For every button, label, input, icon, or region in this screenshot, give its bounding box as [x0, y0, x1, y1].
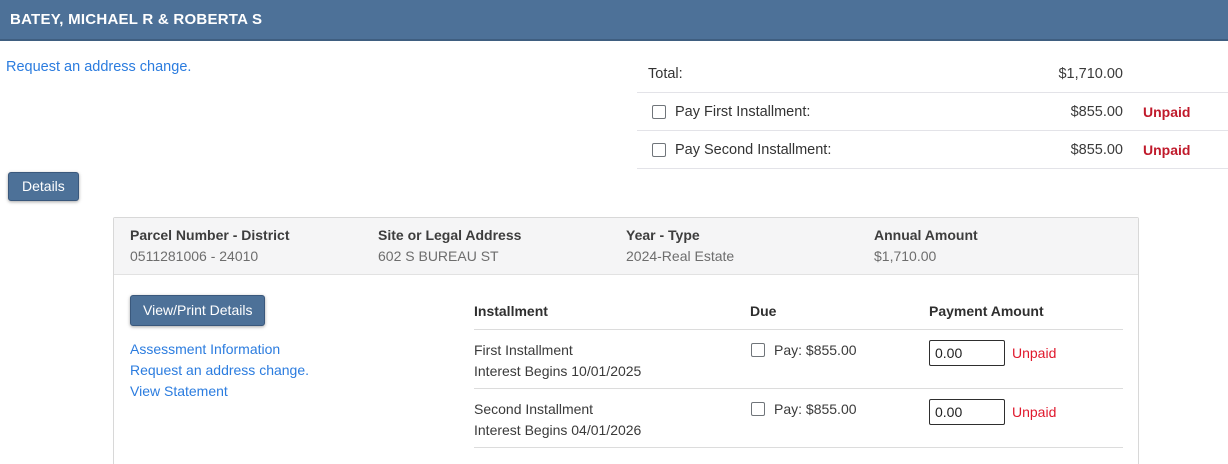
due-cell: Pay: $855.00: [736, 340, 929, 382]
pay-due-amount: Pay: $855.00: [774, 401, 857, 417]
parcel-links: Assessment Information Request an addres…: [130, 339, 309, 402]
parcel-details-body: View/Print Details Assessment Informatio…: [114, 275, 1138, 464]
first-installment-status-badge: Unpaid: [1143, 103, 1191, 120]
first-payment-amount-input[interactable]: [929, 340, 1005, 366]
second-installment-amount: $855.00: [1070, 141, 1123, 158]
annual-amount-label: Annual Amount: [874, 227, 978, 243]
total-row: Total: $1,710.00: [637, 55, 1228, 93]
page-header-bar: BATEY, MICHAEL R & ROBERTA S: [0, 0, 1228, 41]
second-installment-table-row: Second Installment Interest Begins 04/01…: [474, 389, 1123, 448]
row-pay-first-checkbox[interactable]: [751, 343, 765, 357]
due-column-header: Due: [750, 303, 777, 319]
pay-second-installment-label: Pay Second Installment:: [675, 141, 832, 158]
pay-second-installment-checkbox[interactable]: [652, 142, 666, 157]
taxpayer-payment-page: BATEY, MICHAEL R & ROBERTA S Request an …: [0, 0, 1228, 464]
pay-first-installment-checkbox[interactable]: [652, 104, 666, 119]
first-installment-table-row: First Installment Interest Begins 10/01/…: [474, 330, 1123, 389]
details-button[interactable]: Details: [8, 172, 79, 201]
parcel-details-panel: Parcel Number - District 0511281006 - 24…: [113, 217, 1139, 464]
installment-name: Second Installment: [474, 401, 594, 417]
pay-first-installment-label: Pay First Installment:: [675, 103, 811, 120]
parcel-number-value: 0511281006 - 24010: [130, 248, 259, 264]
row-pay-second-checkbox[interactable]: [751, 402, 765, 416]
installment-table: Installment Due Payment Amount First Ins…: [474, 296, 1123, 448]
pay-first-installment-row: Pay First Installment: $855.00 Unpaid: [637, 93, 1228, 131]
first-installment-amount: $855.00: [1070, 103, 1123, 120]
pay-due-amount: Pay: $855.00: [774, 342, 857, 358]
interest-begins-note: Interest Begins 10/01/2025: [474, 363, 642, 379]
installment-table-header: Installment Due Payment Amount: [474, 296, 1123, 330]
parcel-number-label: Parcel Number - District: [130, 227, 290, 243]
assessment-information-link[interactable]: Assessment Information: [130, 339, 309, 360]
total-amount: $1,710.00: [1058, 65, 1123, 82]
payment-amount-column-header: Payment Amount: [929, 303, 1044, 319]
payment-totals-section: Total: $1,710.00 Pay First Installment: …: [637, 55, 1228, 169]
summary-col-address: Site or Legal Address 602 S BUREAU ST: [378, 227, 626, 264]
first-row-unpaid-status: Unpaid: [1012, 345, 1057, 361]
address-change-link-panel[interactable]: Request an address change.: [130, 360, 309, 381]
second-row-unpaid-status: Unpaid: [1012, 404, 1057, 420]
taxpayer-name-title: BATEY, MICHAEL R & ROBERTA S: [10, 11, 263, 28]
summary-col-parcel: Parcel Number - District 0511281006 - 24…: [130, 227, 378, 264]
second-installment-status-badge: Unpaid: [1143, 141, 1191, 158]
parcel-summary-header: Parcel Number - District 0511281006 - 24…: [114, 218, 1138, 275]
address-change-link-top[interactable]: Request an address change.: [6, 59, 191, 75]
due-cell: Pay: $855.00: [736, 399, 929, 441]
installment-name-cell: First Installment Interest Begins 10/01/…: [474, 340, 736, 382]
payment-amount-cell: Unpaid: [929, 340, 1123, 382]
summary-col-year-type: Year - Type 2024-Real Estate: [626, 227, 874, 264]
interest-begins-note: Interest Begins 04/01/2026: [474, 422, 642, 438]
installment-column-header: Installment: [474, 303, 548, 319]
view-statement-link[interactable]: View Statement: [130, 381, 309, 402]
payment-amount-cell: Unpaid: [929, 399, 1123, 441]
year-type-value: 2024-Real Estate: [626, 248, 735, 264]
installment-name: First Installment: [474, 342, 573, 358]
installment-name-cell: Second Installment Interest Begins 04/01…: [474, 399, 736, 441]
total-label: Total:: [648, 65, 683, 82]
site-address-label: Site or Legal Address: [378, 227, 522, 243]
site-address-value: 602 S BUREAU ST: [378, 248, 499, 264]
annual-amount-value: $1,710.00: [874, 248, 937, 264]
summary-col-annual-amount: Annual Amount $1,710.00: [874, 227, 1122, 264]
second-payment-amount-input[interactable]: [929, 399, 1005, 425]
year-type-label: Year - Type: [626, 227, 700, 243]
pay-second-installment-row: Pay Second Installment: $855.00 Unpaid: [637, 131, 1228, 169]
view-print-details-button[interactable]: View/Print Details: [130, 295, 266, 326]
